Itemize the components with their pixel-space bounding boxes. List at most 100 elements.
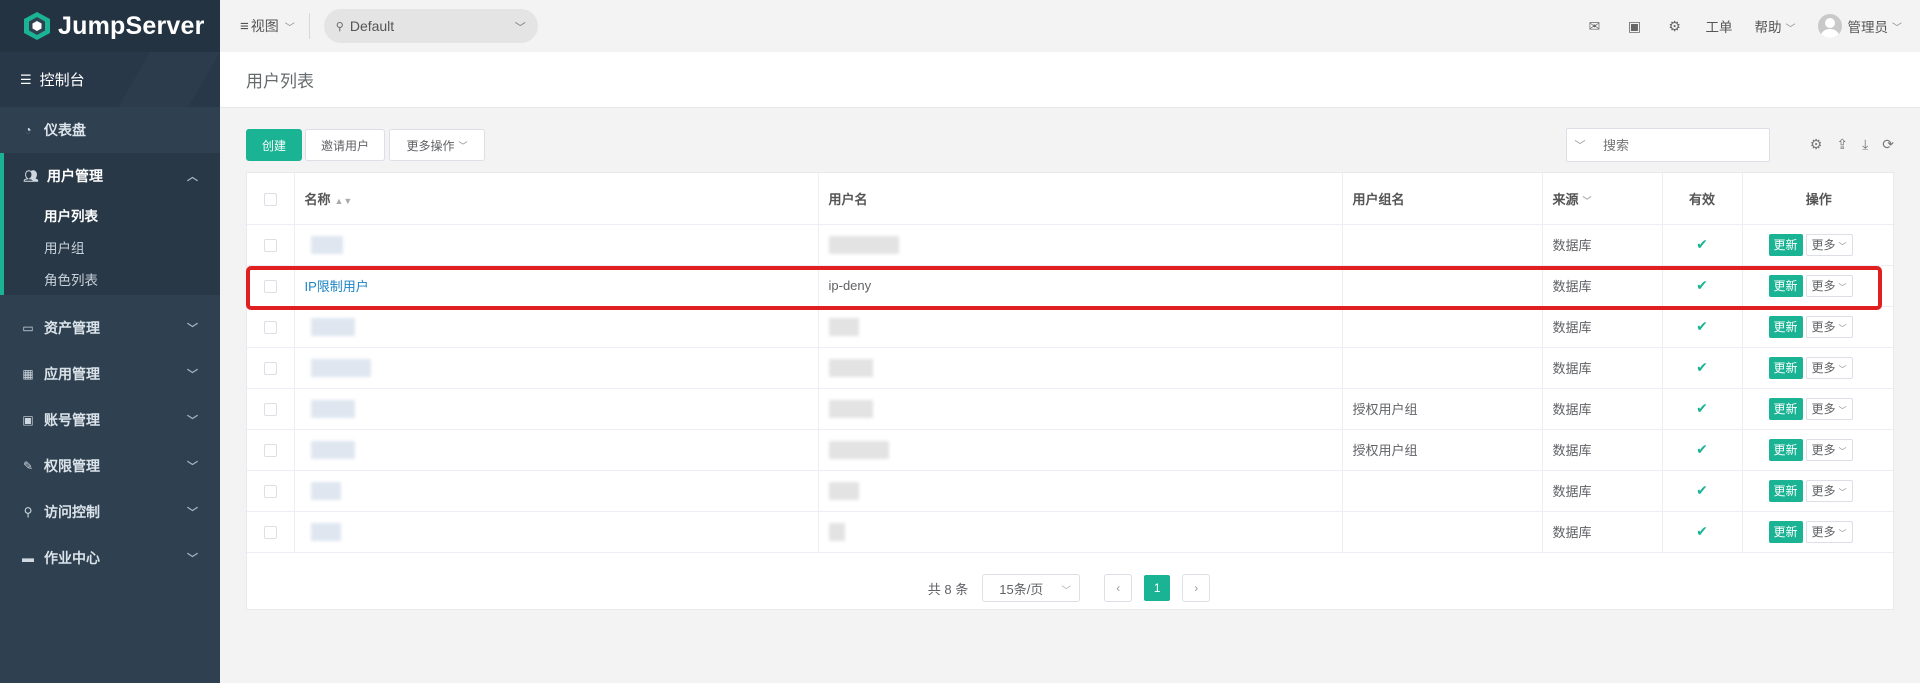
chevron-down-icon: ﹀ xyxy=(1892,22,1902,34)
filter-icon[interactable]: ﹀ xyxy=(1583,196,1592,206)
more-dropdown[interactable]: 更多 ﹀ xyxy=(1805,520,1853,543)
select-all-checkbox[interactable] xyxy=(263,192,277,206)
table-body: 数据库 ✔ 更新 更多 ﹀ IP限制用户 ip-deny 数据库 ✔ 更新 更多 ﹀ 数… xyxy=(247,224,1895,553)
more-dropdown[interactable]: 更多 ﹀ xyxy=(1805,438,1853,461)
gear-icon[interactable]: ⚙ xyxy=(1810,136,1823,153)
chevron-down-icon[interactable]: ﹀ xyxy=(1567,137,1593,153)
redacted-username xyxy=(828,358,873,377)
next-page-button[interactable]: › xyxy=(1182,574,1211,602)
more-dropdown[interactable]: 更多 ﹀ xyxy=(1805,397,1853,420)
page-size-select[interactable]: 15条/页 ﹀ xyxy=(982,574,1081,602)
more-dropdown[interactable]: 更多 ﹀ xyxy=(1805,233,1853,256)
sidebar-item-user-group[interactable]: 用户组 xyxy=(4,231,220,263)
row-checkbox[interactable] xyxy=(263,362,277,376)
more-actions-button[interactable]: 更多操作 ﹀ xyxy=(389,129,485,161)
table-row[interactable]: 数据库 ✔ 更新 更多 ﹀ xyxy=(247,306,1895,348)
table-row[interactable]: 授权用户组 数据库 ✔ 更新 更多 ﹀ xyxy=(247,429,1895,471)
sidebar-item-applications[interactable]: ▦ 应用管理 ﹀ xyxy=(0,351,220,397)
console-label: 控制台 xyxy=(39,72,85,89)
source-cell: 数据库 xyxy=(1542,388,1663,430)
sidebar-item-user-list[interactable]: 用户列表 xyxy=(4,199,220,231)
prev-page-button[interactable]: ‹ xyxy=(1104,574,1133,602)
more-label: 更多 xyxy=(1811,360,1836,375)
sidebar-item-access-control[interactable]: ⚲ 访问控制 ﹀ xyxy=(0,489,220,535)
name-cell xyxy=(294,470,819,512)
org-select[interactable]: ⚲ Default ﹀ xyxy=(323,9,538,43)
gear-icon[interactable]: ⚙ xyxy=(1666,17,1684,35)
update-button[interactable]: 更新 xyxy=(1768,356,1803,379)
column-header-source[interactable]: 来源 ﹀ xyxy=(1542,173,1663,225)
source-cell: 数据库 xyxy=(1542,511,1663,553)
table-row[interactable]: 数据库 ✔ 更新 更多 ﹀ xyxy=(247,470,1895,512)
sliders-icon: ☰ xyxy=(20,71,32,87)
row-checkbox[interactable] xyxy=(263,485,277,499)
table-row[interactable]: 授权用户组 数据库 ✔ 更新 更多 ﹀ xyxy=(247,388,1895,430)
logo[interactable]: JumpServer xyxy=(0,0,220,52)
row-checkbox[interactable] xyxy=(263,444,277,458)
sidebar-item-accounts[interactable]: ▣ 账号管理 ﹀ xyxy=(0,397,220,443)
create-button[interactable]: 创建 xyxy=(246,129,302,161)
more-dropdown[interactable]: 更多 ﹀ xyxy=(1805,356,1853,379)
redacted-username xyxy=(828,317,859,336)
more-dropdown[interactable]: 更多 ﹀ xyxy=(1805,274,1853,297)
update-button[interactable]: 更新 xyxy=(1768,397,1803,420)
sort-icon[interactable]: ▲▼ xyxy=(335,196,353,206)
sidebar-item-label: 权限管理 xyxy=(44,458,100,474)
terminal-window-icon[interactable]: ▣ xyxy=(1626,17,1644,35)
username-cell xyxy=(818,306,1343,348)
actions-cell: 更新 更多 ﹀ xyxy=(1742,429,1895,471)
invite-user-button[interactable]: 邀请用户 xyxy=(305,129,385,161)
pagination: 共 8 条 15条/页 ﹀ ‹ 1 › xyxy=(247,571,1895,605)
user-menu[interactable]: 管理员 ﹀ xyxy=(1817,14,1902,38)
update-button[interactable]: 更新 xyxy=(1768,315,1803,338)
sidebar-item-assets[interactable]: ▭ 资产管理 ﹀ xyxy=(0,305,220,351)
update-button[interactable]: 更新 xyxy=(1768,233,1803,256)
sidebar-item-label: 应用管理 xyxy=(44,366,100,382)
update-button[interactable]: 更新 xyxy=(1768,274,1803,297)
more-dropdown[interactable]: 更多 ﹀ xyxy=(1805,315,1853,338)
page-number-current[interactable]: 1 xyxy=(1144,575,1171,601)
download-icon[interactable]: ⤓ xyxy=(1862,136,1868,153)
sidebar-item-job-center[interactable]: ▬ 作业中心 ﹀ xyxy=(0,535,220,581)
sidebar-item-role-list[interactable]: 角色列表 xyxy=(4,263,220,295)
username-cell xyxy=(818,470,1343,512)
upload-icon[interactable]: ⇪ xyxy=(1836,136,1848,153)
update-button[interactable]: 更新 xyxy=(1768,520,1803,543)
redacted-name xyxy=(310,317,355,336)
redacted-name xyxy=(310,399,355,418)
update-button[interactable]: 更新 xyxy=(1768,479,1803,502)
avatar xyxy=(1817,14,1842,38)
row-checkbox[interactable] xyxy=(263,239,277,253)
search-field[interactable]: ﹀ xyxy=(1566,128,1770,162)
table-row[interactable]: 数据库 ✔ 更新 更多 ﹀ xyxy=(247,224,1895,266)
mail-icon[interactable]: ✉ xyxy=(1586,17,1604,35)
table-row[interactable]: IP限制用户 ip-deny 数据库 ✔ 更新 更多 ﹀ xyxy=(247,265,1895,307)
console-switch[interactable]: ☰ 控制台 xyxy=(0,52,220,107)
table-row[interactable]: 数据库 ✔ 更新 更多 ﹀ xyxy=(247,347,1895,389)
column-header-name[interactable]: 名称 ▲▼ xyxy=(294,173,819,225)
row-checkbox[interactable] xyxy=(263,403,277,417)
chevron-left-icon: ‹ xyxy=(1116,581,1121,595)
actions-cell: 更新 更多 ﹀ xyxy=(1742,388,1895,430)
table-row[interactable]: 数据库 ✔ 更新 更多 ﹀ xyxy=(247,511,1895,553)
row-checkbox[interactable] xyxy=(263,526,277,540)
redacted-username xyxy=(828,235,899,254)
redacted-username xyxy=(828,440,889,459)
user-name-link[interactable]: IP限制用户 xyxy=(305,279,369,294)
sidebar-item-users[interactable]: 👥︎ 用户管理 ︿ xyxy=(4,153,220,199)
view-switch[interactable]: ≡ 视图 ﹀ xyxy=(240,16,295,36)
help-label: 帮助 xyxy=(1754,20,1782,35)
row-checkbox[interactable] xyxy=(263,321,277,335)
sidebar-item-permissions[interactable]: ✎ 权限管理 ﹀ xyxy=(0,443,220,489)
ticket-link[interactable]: 工单 xyxy=(1706,16,1733,36)
refresh-icon[interactable]: ⟳ xyxy=(1882,136,1894,153)
sidebar-item-dashboard[interactable]: ◔ 仪表盘 xyxy=(0,107,220,153)
help-menu[interactable]: 帮助 ﹀ xyxy=(1755,16,1796,36)
more-dropdown[interactable]: 更多 ﹀ xyxy=(1805,479,1853,502)
search-input[interactable] xyxy=(1603,137,1763,153)
row-checkbox[interactable] xyxy=(263,280,277,294)
username-cell xyxy=(818,347,1343,389)
group-cell xyxy=(1342,265,1543,307)
update-button[interactable]: 更新 xyxy=(1768,438,1803,461)
more-label: 更多 xyxy=(1811,237,1836,252)
